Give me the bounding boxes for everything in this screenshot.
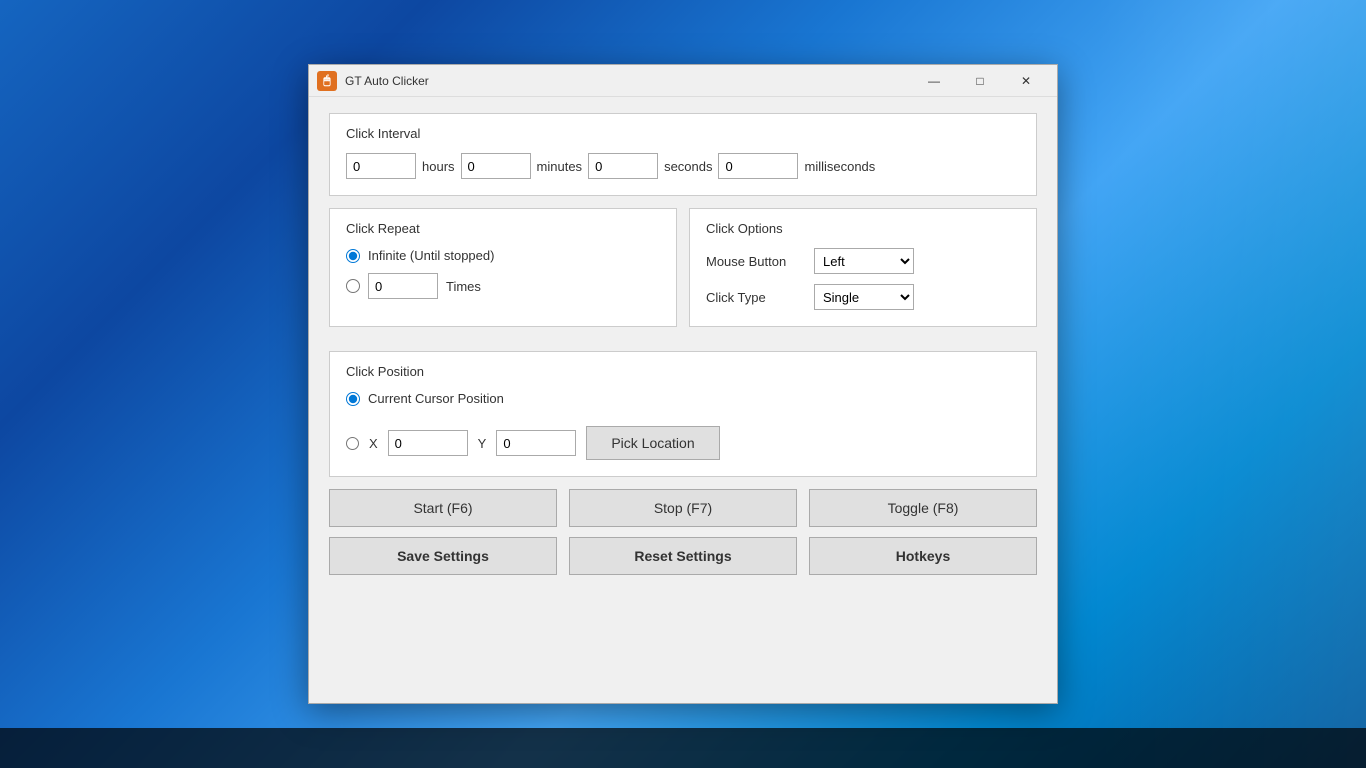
x-label: X <box>369 436 378 451</box>
title-bar: 🖱 GT Auto Clicker — □ ✕ <box>309 65 1057 97</box>
click-position-section: Click Position Current Cursor Position X… <box>329 351 1037 477</box>
y-input[interactable] <box>496 430 576 456</box>
click-interval-section: Click Interval hours minutes seconds mil… <box>329 113 1037 196</box>
cursor-position-radio[interactable] <box>346 392 360 406</box>
click-repeat-section: Click Repeat Infinite (Until stopped) Ti… <box>329 208 677 327</box>
infinite-radio[interactable] <box>346 249 360 263</box>
hotkeys-button[interactable]: Hotkeys <box>809 537 1037 575</box>
mouse-button-label: Mouse Button <box>706 254 806 269</box>
seconds-input[interactable] <box>588 153 658 179</box>
window-content: Click Interval hours minutes seconds mil… <box>309 97 1057 595</box>
options-grid: Mouse Button Left Right Middle Click Typ… <box>706 248 1020 310</box>
infinite-radio-row: Infinite (Until stopped) <box>346 248 660 263</box>
infinite-label[interactable]: Infinite (Until stopped) <box>368 248 494 263</box>
start-button[interactable]: Start (F6) <box>329 489 557 527</box>
cursor-position-radio-row: Current Cursor Position <box>346 391 1020 406</box>
click-type-select[interactable]: Single Double <box>814 284 914 310</box>
toggle-button[interactable]: Toggle (F8) <box>809 489 1037 527</box>
stop-button[interactable]: Stop (F7) <box>569 489 797 527</box>
x-input[interactable] <box>388 430 468 456</box>
xy-radio[interactable] <box>346 437 359 450</box>
times-input[interactable] <box>368 273 438 299</box>
interval-row: hours minutes seconds milliseconds <box>346 153 1020 179</box>
click-type-row: Click Type Single Double <box>706 284 1020 310</box>
times-radio[interactable] <box>346 279 360 293</box>
minimize-button[interactable]: — <box>911 65 957 97</box>
action-button-row: Start (F6) Stop (F7) Toggle (F8) <box>329 489 1037 527</box>
save-settings-button[interactable]: Save Settings <box>329 537 557 575</box>
main-window: 🖱 GT Auto Clicker — □ ✕ Click Interval h… <box>308 64 1058 704</box>
bottom-buttons: Start (F6) Stop (F7) Toggle (F8) Save Se… <box>329 489 1037 575</box>
mouse-button-select[interactable]: Left Right Middle <box>814 248 914 274</box>
mouse-button-row: Mouse Button Left Right Middle <box>706 248 1020 274</box>
seconds-label: seconds <box>664 159 712 174</box>
cursor-position-label[interactable]: Current Cursor Position <box>368 391 504 406</box>
taskbar <box>0 728 1366 768</box>
middle-sections: Click Repeat Infinite (Until stopped) Ti… <box>329 208 1037 339</box>
click-interval-title: Click Interval <box>346 126 1020 141</box>
click-options-title: Click Options <box>706 221 1020 236</box>
y-label: Y <box>478 436 487 451</box>
milliseconds-label: milliseconds <box>804 159 875 174</box>
click-type-label: Click Type <box>706 290 806 305</box>
close-button[interactable]: ✕ <box>1003 65 1049 97</box>
window-controls: — □ ✕ <box>911 65 1049 97</box>
times-label: Times <box>446 279 481 294</box>
milliseconds-input[interactable] <box>718 153 798 179</box>
reset-settings-button[interactable]: Reset Settings <box>569 537 797 575</box>
times-radio-row: Times <box>346 273 660 299</box>
position-radio-group: Current Cursor Position X Y Pick Locatio… <box>346 391 1020 460</box>
hours-input[interactable] <box>346 153 416 179</box>
click-position-title: Click Position <box>346 364 1020 379</box>
minutes-label: minutes <box>537 159 583 174</box>
minutes-input[interactable] <box>461 153 531 179</box>
hours-label: hours <box>422 159 455 174</box>
xy-position-row: X Y Pick Location <box>346 426 1020 460</box>
app-icon: 🖱 <box>317 71 337 91</box>
repeat-radio-group: Infinite (Until stopped) Times <box>346 248 660 299</box>
settings-button-row: Save Settings Reset Settings Hotkeys <box>329 537 1037 575</box>
click-options-section: Click Options Mouse Button Left Right Mi… <box>689 208 1037 327</box>
maximize-button[interactable]: □ <box>957 65 1003 97</box>
pick-location-button[interactable]: Pick Location <box>586 426 719 460</box>
click-repeat-title: Click Repeat <box>346 221 660 236</box>
window-title: GT Auto Clicker <box>345 74 911 88</box>
